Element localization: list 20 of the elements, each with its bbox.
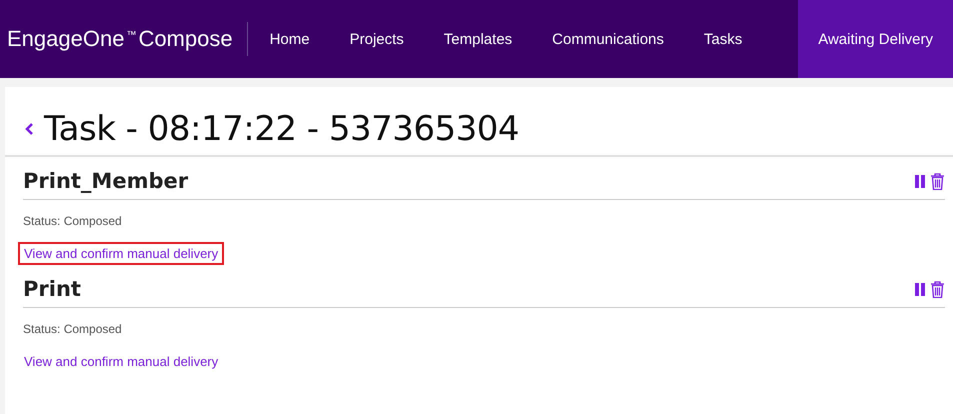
nav-tab[interactable]: Tasks [684,0,762,78]
trash-icon[interactable] [930,280,945,298]
nav-tab[interactable]: Awaiting Delivery [798,0,953,78]
back-button[interactable] [25,123,34,135]
nav-tab[interactable]: Projects [330,0,424,78]
nav-tab[interactable]: Home [250,0,330,78]
confirm-delivery-link[interactable]: View and confirm manual delivery [18,350,224,373]
delivery-name: Print [23,277,81,301]
brand-logo: EngageOne$^{™}$Compose [7,26,233,52]
nav-tab[interactable]: Communications [532,0,684,78]
delivery-status: Status: Composed [23,214,123,228]
confirm-delivery-link[interactable]: View and confirm manual delivery [18,242,224,265]
chevron-left-icon [25,123,34,135]
page-title: Task - 08:17:22 - 537365304 [44,109,520,149]
delivery-name: Print_Member [23,169,188,193]
delivery-status: Status: Composed [23,322,123,336]
pause-icon[interactable] [915,282,925,296]
trash-icon[interactable] [930,172,945,190]
pause-icon[interactable] [915,174,925,188]
nav-tab[interactable]: Templates [424,0,532,78]
